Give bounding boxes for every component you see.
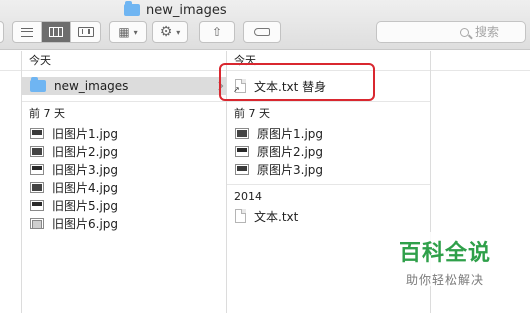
chevron-down-icon: ▾ <box>133 27 138 37</box>
image-thumbnail-icon <box>30 217 44 229</box>
section-header-label: 前 7 天 <box>29 107 65 120</box>
chevron-right-icon <box>214 81 224 91</box>
tags-button[interactable] <box>243 21 281 43</box>
list-item[interactable]: 原图片3.jpg <box>227 160 430 178</box>
section-header-today: 今天 <box>22 51 226 71</box>
arrange-button[interactable]: ▦ ▾ <box>109 21 147 43</box>
chevron-down-icon: ▾ <box>176 27 181 37</box>
item-label: 原图片2.jpg <box>257 144 324 159</box>
image-thumbnail-icon <box>30 181 44 193</box>
list-view-button[interactable] <box>13 22 42 42</box>
item-label: 文本.txt <box>254 209 299 224</box>
list-item[interactable]: 文本.txt <box>227 207 430 225</box>
column-1: 今天 new_images 前 7 天 旧图片1.jpg 旧图片2.jpg 旧图… <box>22 51 227 313</box>
search-input[interactable] <box>475 25 515 39</box>
watermark: 百科全说 助你轻松解决 <box>380 235 510 288</box>
column-3-header <box>431 51 530 71</box>
watermark-title: 百科全说 <box>398 241 491 266</box>
item-label: 旧图片4.jpg <box>52 180 119 195</box>
tag-icon <box>254 28 270 36</box>
finder-window: new_images › ▦ ▾ ⚙ ▾ ⇧ <box>0 0 530 313</box>
search-field[interactable] <box>376 21 526 43</box>
watermark-subtitle: 助你轻松解决 <box>405 273 484 287</box>
image-thumbnail-icon <box>30 145 44 157</box>
folder-icon <box>124 1 140 16</box>
section-header-label: 2014 <box>234 189 262 203</box>
item-label: 旧图片5.jpg <box>52 198 119 213</box>
item-label: 旧图片2.jpg <box>52 144 119 159</box>
view-mode-segmented-control <box>12 21 101 43</box>
list-item[interactable]: 旧图片3.jpg <box>22 160 226 178</box>
section-header-2014: 2014 <box>227 185 430 207</box>
image-thumbnail-icon <box>30 127 44 139</box>
item-label: 旧图片6.jpg <box>52 216 119 231</box>
list-item[interactable]: 旧图片1.jpg <box>22 124 226 142</box>
section-header-label: 前 7 天 <box>234 107 270 120</box>
toolbar: new_images › ▦ ▾ ⚙ ▾ ⇧ <box>0 0 530 50</box>
image-thumbnail-icon <box>30 163 44 175</box>
search-icon <box>460 27 469 37</box>
image-thumbnail-icon <box>30 199 44 211</box>
item-label: 旧图片3.jpg <box>52 162 119 177</box>
list-item[interactable]: 旧图片6.jpg <box>22 214 226 232</box>
list-icon <box>21 27 33 37</box>
list-item-folder[interactable]: new_images <box>22 77 226 95</box>
column-view-button[interactable] <box>42 22 71 42</box>
section-header-last-7-days: 前 7 天 <box>22 102 226 124</box>
cover-flow-icon <box>77 27 94 37</box>
list-item-alias[interactable]: ↗ 文本.txt 替身 <box>227 77 430 95</box>
share-button[interactable]: ⇧ <box>199 21 235 43</box>
item-label: 文本.txt 替身 <box>254 79 327 94</box>
grid-icon: ▦ <box>118 25 130 39</box>
item-label: 原图片1.jpg <box>257 126 324 141</box>
section-header-last-7-days: 前 7 天 <box>227 102 430 124</box>
list-item[interactable]: 旧图片5.jpg <box>22 196 226 214</box>
forward-button[interactable]: › <box>0 21 4 43</box>
folder-icon <box>30 77 46 92</box>
item-label: 原图片3.jpg <box>257 162 324 177</box>
gear-icon: ⚙ <box>159 24 173 40</box>
sidebar-header <box>0 51 21 71</box>
window-title-label: new_images <box>146 2 227 18</box>
list-item[interactable]: 旧图片4.jpg <box>22 178 226 196</box>
item-label: new_images <box>54 79 129 93</box>
columns-icon <box>49 27 63 37</box>
list-item[interactable]: 旧图片2.jpg <box>22 142 226 160</box>
cover-flow-view-button[interactable] <box>71 22 100 42</box>
image-thumbnail-icon <box>235 145 249 157</box>
action-button[interactable]: ⚙ ▾ <box>152 21 188 43</box>
document-icon <box>235 209 246 223</box>
sidebar-column <box>0 51 22 313</box>
list-item[interactable]: 原图片2.jpg <box>227 142 430 160</box>
share-icon: ⇧ <box>211 25 223 39</box>
image-thumbnail-icon <box>235 127 249 139</box>
alias-document-icon: ↗ <box>233 79 246 94</box>
image-thumbnail-icon <box>235 163 249 175</box>
list-item[interactable]: 原图片1.jpg <box>227 124 430 142</box>
item-label: 旧图片1.jpg <box>52 126 119 141</box>
section-header-today: 今天 <box>227 51 430 71</box>
window-title: new_images <box>124 1 227 19</box>
